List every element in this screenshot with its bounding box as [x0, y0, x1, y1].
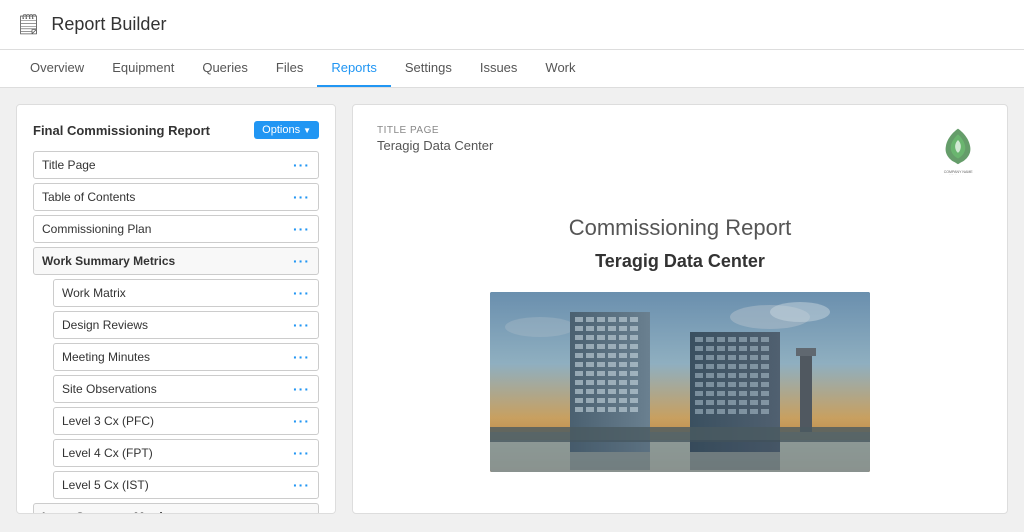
panel-header: Final Commissioning Report Options [33, 121, 319, 139]
nav-overview[interactable]: Overview [16, 50, 98, 87]
section-label: Work Summary Metrics [42, 254, 175, 268]
nav-work[interactable]: Work [531, 50, 589, 87]
list-item: Meeting Minutes ··· [53, 343, 319, 371]
nav-issues[interactable]: Issues [466, 50, 532, 87]
list-item: Title Page ··· [33, 151, 319, 179]
item-menu-dots[interactable]: ··· [293, 477, 310, 493]
list-item: Site Observations ··· [53, 375, 319, 403]
list-item: Level 4 Cx (FPT) ··· [53, 439, 319, 467]
item-menu-dots[interactable]: ··· [293, 189, 310, 205]
section-header: Issue Summary Metrics ··· [33, 503, 319, 514]
item-menu-dots[interactable]: ··· [293, 445, 310, 461]
nav-queries[interactable]: Queries [188, 50, 262, 87]
list-item: Commissioning Plan ··· [33, 215, 319, 243]
company-logo-icon: COMPANY NAME subtitle here [933, 125, 983, 175]
section-menu-dots[interactable]: ··· [293, 509, 310, 514]
item-label: Design Reviews [62, 318, 148, 332]
list-item: Level 5 Cx (IST) ··· [53, 471, 319, 499]
report-title: Commissioning Report [377, 215, 983, 241]
item-label: Meeting Minutes [62, 350, 150, 364]
options-button[interactable]: Options [254, 121, 319, 139]
item-label: Level 5 Cx (IST) [62, 478, 149, 492]
indented-items: Work Matrix ··· Design Reviews ··· Meeti… [33, 279, 319, 499]
item-label: Work Matrix [62, 286, 126, 300]
section-menu-dots[interactable]: ··· [293, 253, 310, 269]
nav-equipment[interactable]: Equipment [98, 50, 188, 87]
item-menu-dots[interactable]: ··· [293, 381, 310, 397]
list-item: Design Reviews ··· [53, 311, 319, 339]
main-content: Final Commissioning Report Options Title… [0, 88, 1024, 530]
item-label: Table of Contents [42, 190, 135, 204]
left-panel: Final Commissioning Report Options Title… [16, 104, 336, 514]
item-label: Site Observations [62, 382, 157, 396]
list-item: Work Matrix ··· [53, 279, 319, 307]
right-panel-header: TITLE PAGE Teragig Data Center COMPANY N… [377, 125, 983, 175]
title-page-label: TITLE PAGE [377, 125, 493, 136]
page-title: Report Builder [51, 14, 166, 35]
panel-title: Final Commissioning Report [33, 123, 210, 138]
item-menu-dots[interactable]: ··· [293, 349, 310, 365]
item-menu-dots[interactable]: ··· [293, 221, 310, 237]
item-label: Level 4 Cx (FPT) [62, 446, 153, 460]
item-label: Title Page [42, 158, 96, 172]
list-item: Table of Contents ··· [33, 183, 319, 211]
svg-text:subtitle here: subtitle here [946, 173, 962, 175]
nav-settings[interactable]: Settings [391, 50, 466, 87]
item-menu-dots[interactable]: ··· [293, 413, 310, 429]
report-subtitle: Teragig Data Center [377, 251, 983, 272]
item-label: Commissioning Plan [42, 222, 151, 236]
navigation: Overview Equipment Queries Files Reports… [0, 50, 1024, 88]
item-menu-dots[interactable]: ··· [293, 285, 310, 301]
nav-files[interactable]: Files [262, 50, 317, 87]
title-page-info: TITLE PAGE Teragig Data Center [377, 125, 493, 153]
report-builder-icon: 🗒 [16, 12, 41, 37]
item-label: Level 3 Cx (PFC) [62, 414, 154, 428]
title-page-subtitle: Teragig Data Center [377, 138, 493, 153]
nav-reports[interactable]: Reports [317, 50, 391, 87]
right-panel: TITLE PAGE Teragig Data Center COMPANY N… [352, 104, 1008, 514]
building-illustration [490, 292, 870, 472]
item-menu-dots[interactable]: ··· [293, 157, 310, 173]
list-item: Level 3 Cx (PFC) ··· [53, 407, 319, 435]
section-label: Issue Summary Metrics [42, 510, 176, 514]
building-image [490, 292, 870, 472]
header: 🗒 Report Builder [0, 0, 1024, 50]
item-menu-dots[interactable]: ··· [293, 317, 310, 333]
section-header: Work Summary Metrics ··· [33, 247, 319, 275]
